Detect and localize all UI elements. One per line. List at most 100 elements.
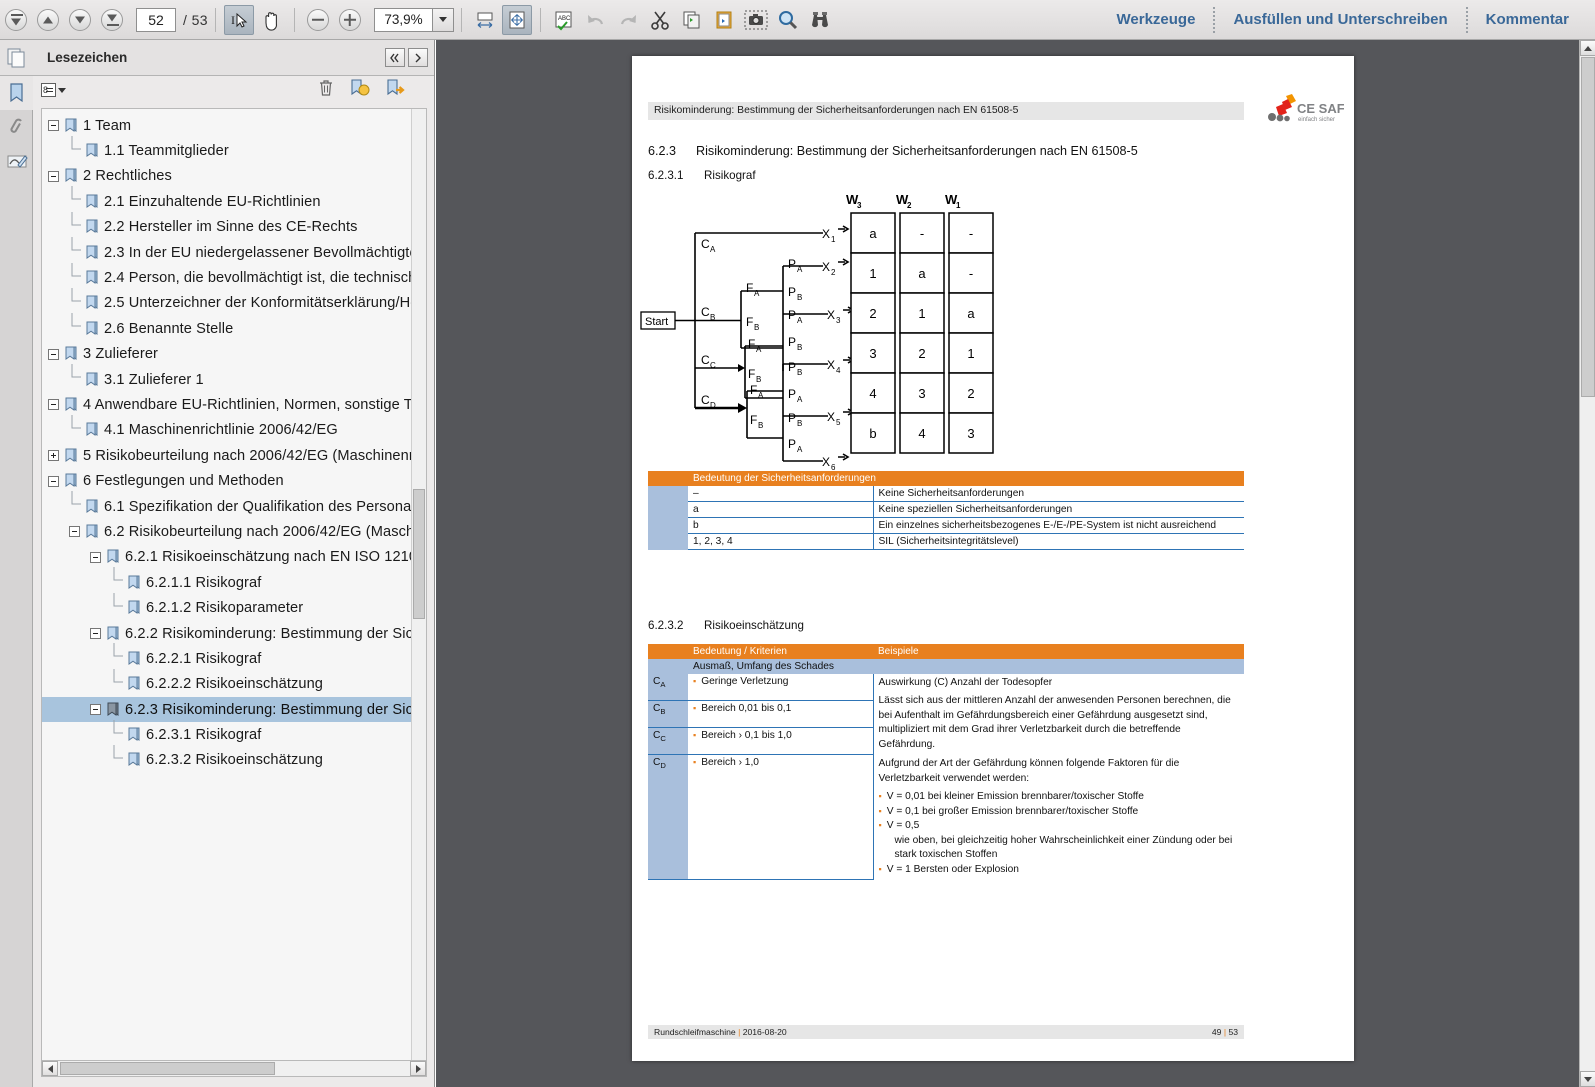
bookmark-icon (85, 499, 99, 515)
bookmarks-tree[interactable]: 1 Team 1.1 Teammitglieder 2 Rechtliches 2.1… (41, 108, 427, 1071)
collapse-toggle[interactable] (48, 399, 59, 411)
bookmark-item-label: 6.2.2.2 Risikoeinschätzung (146, 676, 324, 693)
zoom-in-button[interactable] (335, 5, 365, 35)
bookmark-item[interactable]: 6.2.2 Risikominderung: Bestimmung der Si… (42, 621, 426, 646)
menu-kommentar[interactable]: Kommentar (1468, 11, 1587, 28)
bookmark-item[interactable]: 6.2 Risikobeurteilung nach 2006/42/EG (M… (42, 519, 426, 544)
tree-guide (111, 592, 124, 624)
fit-width-button[interactable] (470, 5, 500, 35)
bookmark-item[interactable]: 2.2 Hersteller im Sinne des CE-Rechts (42, 211, 426, 240)
panel-expand-button[interactable] (408, 48, 428, 67)
menu-werkzeuge[interactable]: Werkzeuge (1099, 11, 1214, 28)
menu-ausfuellen-und-unterschreiben[interactable]: Ausfüllen und Unterschreiben (1215, 11, 1465, 28)
zoom-level-input[interactable]: 73,9% (373, 7, 432, 32)
cut-button[interactable] (645, 5, 675, 35)
svg-text:X: X (827, 410, 835, 424)
bookmark-item[interactable]: 2.3 In der EU niedergelassener Bevollmäc… (42, 237, 426, 265)
fit-page-button[interactable] (501, 4, 532, 35)
bookmarks-button[interactable] (0, 76, 33, 110)
svg-text:a: a (869, 226, 877, 241)
scroll-right-button[interactable] (410, 1061, 426, 1076)
scrollbar-thumb[interactable] (413, 489, 425, 619)
bookmark-item[interactable]: 6.2.1 Risikoeinschätzung nach EN ISO 121… (42, 545, 426, 570)
collapse-toggle[interactable] (48, 475, 59, 487)
collapse-toggle[interactable] (90, 551, 101, 563)
bookmark-item[interactable]: 4 Anwendbare EU-Richtlinien, Normen, son… (42, 392, 426, 417)
page-thumbnails-button[interactable] (0, 40, 33, 76)
bookmark-item[interactable]: 2.6 Benannte Stelle (42, 313, 426, 341)
description-cell: Ein einzelnes sicherheitsbezogenes E-/E-… (872, 517, 1244, 534)
svg-text:2: 2 (869, 306, 876, 321)
delete-bookmark-button[interactable] (318, 79, 334, 102)
bookmark-item[interactable]: 3.1 Zulieferer 1 (42, 364, 426, 392)
table-row: CA ▪ Geringe Verletzung Auswirkung (C) An… (648, 674, 1244, 880)
undo-button[interactable] (581, 5, 611, 35)
expand-toggle[interactable] (48, 450, 59, 462)
scroll-left-button[interactable] (42, 1061, 58, 1076)
spellcheck-button[interactable]: ABC (549, 5, 579, 35)
doc-scrollbar-thumb[interactable] (1581, 57, 1595, 397)
double-chevron-left-icon (390, 53, 399, 62)
page-number-input[interactable]: 52 (136, 7, 176, 32)
svg-text:P: P (788, 335, 796, 349)
collapse-toggle[interactable] (90, 704, 101, 716)
hscroll-thumb[interactable] (60, 1062, 275, 1075)
bookmarks-horizontal-scrollbar[interactable] (41, 1060, 427, 1077)
redo-button[interactable] (613, 5, 643, 35)
svg-text:F: F (748, 337, 755, 351)
bookmark-item[interactable]: 6.2.2.1 Risikograf (42, 643, 426, 671)
bookmark-item[interactable]: 2 Rechtliches (42, 164, 426, 189)
collapse-toggle[interactable] (90, 628, 101, 639)
bookmark-item[interactable]: 3 Zulieferer (42, 342, 426, 367)
find-button[interactable] (805, 5, 835, 35)
last-page-button[interactable] (97, 5, 127, 35)
bookmark-item[interactable]: 6.2.2.2 Risikoeinschätzung (42, 668, 426, 697)
expand-bookmark-button[interactable] (386, 78, 406, 103)
paste-button[interactable] (709, 5, 739, 35)
doc-scroll-down-button[interactable] (1580, 1071, 1595, 1087)
bookmarks-toolbar (33, 76, 434, 104)
bookmark-item[interactable]: 1 Team (42, 113, 426, 138)
doc-scroll-up-button[interactable] (1580, 40, 1595, 56)
collapse-toggle[interactable] (48, 348, 59, 360)
bookmark-options-button[interactable] (41, 83, 66, 97)
bookmarks-panel-title: Lesezeichen (47, 50, 128, 65)
bookmark-item[interactable]: 6.2.1.2 Risikoparameter (42, 592, 426, 620)
next-page-button[interactable] (65, 5, 95, 35)
bookmark-item[interactable]: 1.1 Teammitglieder (42, 135, 426, 163)
bookmark-item[interactable]: 6.2.3.1 Risikograf (42, 719, 426, 747)
snapshot-button[interactable] (741, 5, 771, 35)
collapse-toggle[interactable] (69, 526, 80, 538)
document-vertical-scrollbar[interactable] (1579, 40, 1595, 1087)
signatures-button[interactable] (0, 144, 33, 178)
collapse-toggle[interactable] (48, 170, 59, 182)
header-meaning-cell: Bedeutung der Sicherheitsanforderungen (688, 471, 1244, 486)
bookmark-item[interactable]: 6.1 Spezifikation der Qualifikation des … (42, 491, 426, 519)
attachments-button[interactable] (0, 110, 33, 144)
bookmark-item[interactable]: 2.1 Einzuhaltende EU-Richtlinien (42, 186, 426, 214)
bookmark-item[interactable]: 6.2.3.2 Risikoeinschätzung (42, 744, 426, 773)
hand-tool-button[interactable] (256, 5, 286, 35)
document-view[interactable]: Risikominderung: Bestimmung der Sicherhe… (436, 40, 1595, 1087)
zoom-out-button[interactable] (303, 5, 333, 35)
zoom-dropdown-button[interactable] (431, 7, 454, 32)
bookmark-item[interactable]: 2.5 Unterzeichner der Konformitätserklär… (42, 287, 426, 316)
bookmark-item[interactable]: 5 Risikobeurteilung nach 2006/42/EG (Mas… (42, 443, 426, 468)
bookmark-item[interactable]: 4.1 Maschinenrichtlinie 2006/42/EG (42, 414, 426, 443)
description-cell: Keine Sicherheitsanforderungen (872, 486, 1244, 502)
bookmark-item[interactable]: 6.2.3 Risikominderung: Bestimmung der Si… (42, 696, 426, 723)
table-row: 1, 2, 3, 4 SIL (Sicherheitsintegritätsle… (648, 533, 1244, 550)
select-tool-button[interactable]: I (223, 4, 254, 35)
bookmark-item[interactable]: 2.4 Person, die bevollmächtigt ist, die … (42, 262, 426, 290)
copy-button[interactable] (677, 5, 707, 35)
bookmark-item[interactable]: 6.2.1.1 Risikograf (42, 567, 426, 595)
panel-collapse-button[interactable] (385, 48, 405, 67)
new-bookmark-button[interactable] (350, 78, 370, 103)
previous-page-button[interactable] (33, 5, 63, 35)
collapse-toggle[interactable] (48, 120, 59, 132)
svg-text:-: - (969, 226, 973, 241)
zoom-magnifier-button[interactable] (773, 5, 803, 35)
bookmarks-vertical-scrollbar[interactable] (411, 109, 426, 1070)
first-page-button[interactable] (1, 5, 31, 35)
bookmark-item[interactable]: 6 Festlegungen und Methoden (42, 468, 426, 493)
